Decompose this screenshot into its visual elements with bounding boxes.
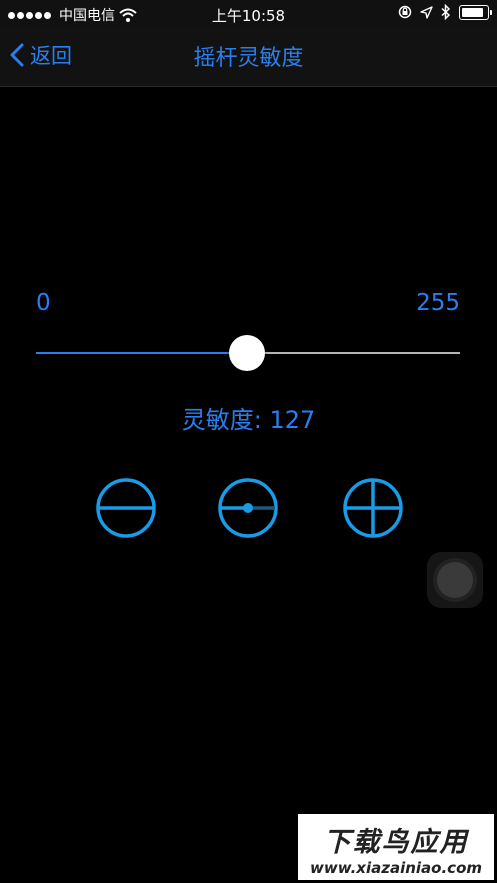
status-right bbox=[398, 4, 492, 20]
sensitivity-slider[interactable] bbox=[36, 333, 460, 373]
sensitivity-value: 灵敏度: 127 bbox=[181, 406, 316, 434]
orientation-lock-icon bbox=[398, 5, 412, 19]
watermark-url: www.xiazainiao.com bbox=[309, 859, 483, 877]
watermark: 下载鸟应用 www.xiazainiao.com bbox=[298, 814, 494, 880]
slider-min-label: 0 bbox=[36, 290, 51, 316]
location-icon bbox=[420, 5, 433, 19]
decrease-button[interactable] bbox=[94, 476, 158, 540]
sensitivity-controls bbox=[0, 476, 497, 540]
reset-button[interactable] bbox=[216, 476, 280, 540]
slider-fill bbox=[36, 352, 247, 354]
bluetooth-icon bbox=[441, 4, 451, 20]
assistive-touch-button[interactable] bbox=[427, 552, 483, 608]
page-title: 摇杆灵敏度 bbox=[193, 46, 304, 71]
plus-circle-icon bbox=[343, 478, 403, 538]
slider-thumb[interactable] bbox=[229, 335, 265, 371]
battery-icon bbox=[459, 4, 492, 20]
minus-circle-icon bbox=[96, 478, 156, 538]
increase-button[interactable] bbox=[341, 476, 405, 540]
status-bar: 中国电信 上午10:58 bbox=[0, 0, 497, 28]
reset-circle-icon bbox=[218, 478, 278, 538]
watermark-title: 下载鸟应用 bbox=[323, 827, 469, 858]
navigation-bar: 返回 摇杆灵敏度 bbox=[0, 28, 497, 87]
slider-max-label: 255 bbox=[416, 290, 460, 316]
